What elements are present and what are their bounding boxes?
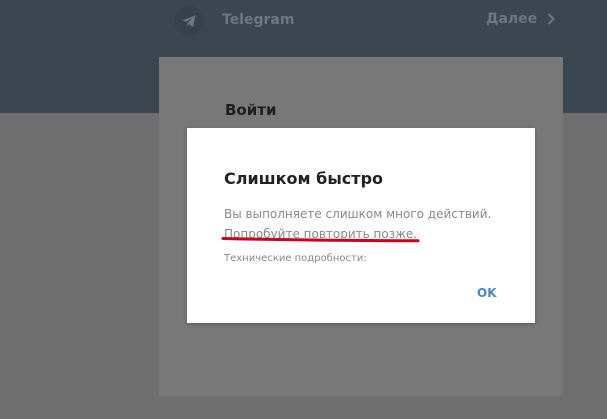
dialog-title: Слишком быстро xyxy=(224,169,384,188)
ok-button[interactable]: OK xyxy=(477,286,497,300)
dialog-message-line-1: Вы выполняете слишком много действий. xyxy=(224,207,492,221)
chevron-right-icon xyxy=(547,13,556,25)
login-title: Войти xyxy=(225,101,277,119)
next-button[interactable]: Далее xyxy=(486,11,556,27)
paper-plane-icon xyxy=(174,6,204,36)
technical-details-label: Технические подробности: xyxy=(224,253,367,264)
red-underline-annotation xyxy=(221,237,420,243)
next-button-label: Далее xyxy=(486,11,538,27)
app-title: Telegram xyxy=(222,12,295,28)
error-dialog: Слишком быстро Вы выполняете слишком мно… xyxy=(187,128,535,323)
